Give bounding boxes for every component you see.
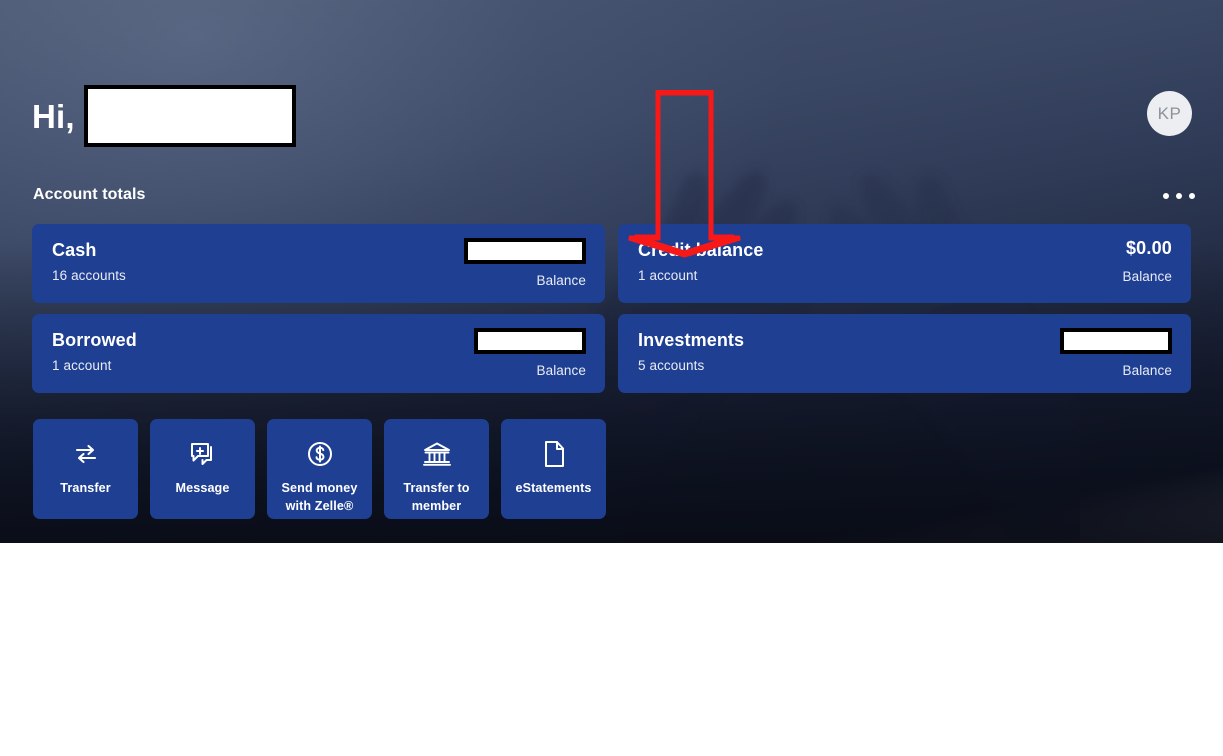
quick-action-label: Transfer to member [403, 481, 470, 513]
quick-action-send-money-zelle[interactable]: Send money with Zelle® [267, 419, 372, 519]
account-card-text: Borrowed 1 account [52, 331, 137, 373]
account-name: Investments [638, 330, 745, 350]
account-subtitle: 5 accounts [638, 357, 705, 373]
greeting-text: Hi, [32, 97, 75, 135]
quick-action-message[interactable]: Message [150, 419, 255, 519]
balance-label: Balance [536, 363, 586, 378]
balance-redaction-box [464, 238, 586, 264]
dollar-circle-icon [303, 437, 337, 471]
account-balance-block: $0.00 Balance [1123, 238, 1173, 284]
transfer-arrows-icon [69, 437, 103, 471]
dashboard-screen: Hi, KP Account totals Cash 16 accounts B… [0, 0, 1223, 756]
account-name: Cash [52, 240, 97, 260]
avatar-initials: KP [1157, 103, 1182, 123]
account-card-borrowed[interactable]: Borrowed 1 account Balance [32, 314, 605, 393]
balance-amount: $0.00 [1125, 238, 1172, 258]
balance-label: Balance [1122, 363, 1172, 378]
account-card-text: Investments 5 accounts [638, 331, 744, 373]
balance-redaction-box [474, 328, 586, 354]
quick-action-label: Message [175, 481, 230, 495]
account-balance-block: Balance [464, 238, 586, 288]
balance-redaction-box [1060, 328, 1172, 354]
quick-actions-row: Transfer Message Send money with Zelle® … [33, 419, 606, 519]
quick-action-estatements[interactable]: eStatements [501, 419, 606, 519]
balance-label: Balance [1122, 268, 1172, 284]
account-name: Credit balance [638, 240, 764, 260]
kebab-dot [1176, 193, 1182, 199]
balance-label: Balance [536, 273, 586, 288]
account-subtitle: 16 accounts [52, 267, 126, 283]
greeting-row: Hi, [32, 85, 296, 147]
kebab-dot [1189, 193, 1195, 199]
account-card-cash[interactable]: Cash 16 accounts Balance [32, 224, 605, 303]
account-subtitle: 1 account [52, 357, 112, 373]
overflow-menu-icon[interactable] [1163, 188, 1195, 204]
account-balance-block: Balance [474, 328, 586, 378]
message-bubble-plus-icon [186, 437, 220, 471]
account-card-credit-balance[interactable]: Credit balance 1 account $0.00 Balance [618, 224, 1191, 303]
account-card-text: Cash 16 accounts [52, 241, 126, 283]
kebab-dot [1163, 193, 1169, 199]
account-subtitle: 1 account [638, 267, 698, 283]
account-totals-grid: Cash 16 accounts Balance Credit balance … [32, 224, 1191, 393]
user-name-redaction-box [83, 85, 296, 147]
quick-action-transfer[interactable]: Transfer [33, 419, 138, 519]
account-balance-block: Balance [1060, 328, 1172, 378]
quick-action-label: Send money with Zelle® [281, 481, 358, 513]
account-card-investments[interactable]: Investments 5 accounts Balance [618, 314, 1191, 393]
quick-action-label: eStatements [515, 481, 592, 495]
account-card-text: Credit balance 1 account [638, 241, 763, 283]
account-name: Borrowed [52, 330, 137, 350]
avatar[interactable]: KP [1147, 91, 1192, 136]
quick-action-label: Transfer [60, 481, 111, 495]
bank-building-icon [420, 437, 454, 471]
section-title-account-totals: Account totals [33, 186, 146, 203]
document-page-icon [537, 437, 571, 471]
quick-action-transfer-to-member[interactable]: Transfer to member [384, 419, 489, 519]
